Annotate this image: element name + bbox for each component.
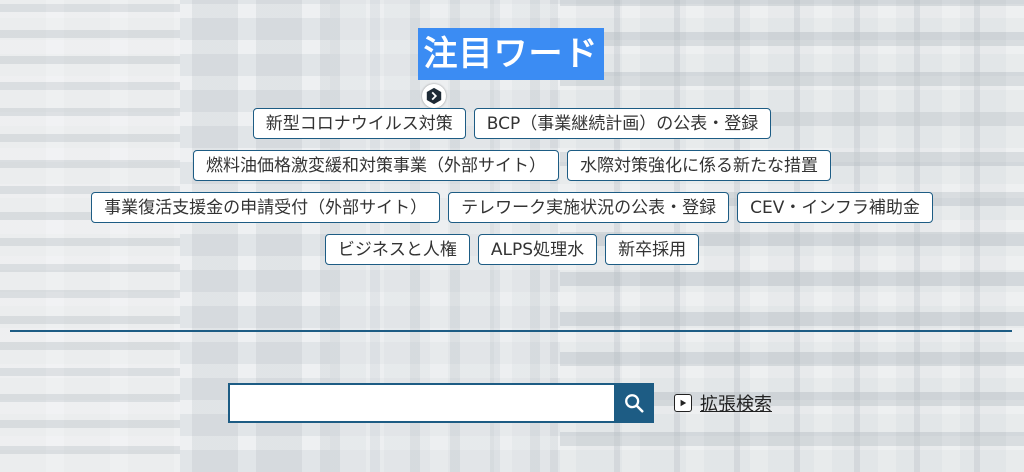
tag-row-1: 新型コロナウイルス対策 BCP（事業継続計画）の公表・登録 bbox=[0, 108, 1024, 139]
tag-covid[interactable]: 新型コロナウイルス対策 bbox=[252, 108, 466, 139]
tag-cev-subsidy[interactable]: CEV・インフラ補助金 bbox=[737, 192, 933, 223]
tag-row-3: 事業復活支援金の申請受付（外部サイト） テレワーク実施状況の公表・登録 CEV・… bbox=[0, 192, 1024, 223]
section-title: 注目ワード bbox=[418, 28, 604, 80]
tag-new-graduate[interactable]: 新卒採用 bbox=[605, 234, 700, 265]
advanced-search-label: 拡張検索 bbox=[700, 394, 772, 415]
keyword-tags: 新型コロナウイルス対策 BCP（事業継続計画）の公表・登録 燃料油価格激変緩和対… bbox=[0, 108, 1024, 276]
tag-telework[interactable]: テレワーク実施状況の公表・登録 bbox=[448, 192, 730, 223]
tag-bcp[interactable]: BCP（事業継続計画）の公表・登録 bbox=[473, 108, 772, 139]
tag-business-recovery[interactable]: 事業復活支援金の申請受付（外部サイト） bbox=[91, 192, 441, 223]
search-button[interactable] bbox=[614, 383, 654, 423]
advanced-search-link[interactable]: 拡張検索 bbox=[674, 390, 772, 416]
search-bar bbox=[228, 383, 654, 423]
search-input[interactable] bbox=[228, 383, 614, 423]
tag-row-2: 燃料油価格激変緩和対策事業（外部サイト） 水際対策強化に係る新たな措置 bbox=[0, 150, 1024, 181]
tag-business-human-rights[interactable]: ビジネスと人権 bbox=[324, 234, 470, 265]
section-divider bbox=[10, 330, 1012, 332]
tag-border-measures[interactable]: 水際対策強化に係る新たな措置 bbox=[567, 150, 831, 181]
extension-marker-icon[interactable] bbox=[422, 84, 446, 108]
tag-fuel-subsidy[interactable]: 燃料油価格激変緩和対策事業（外部サイト） bbox=[193, 150, 559, 181]
tag-row-4: ビジネスと人権 ALPS処理水 新卒採用 bbox=[0, 234, 1024, 265]
search-icon bbox=[623, 392, 645, 414]
tag-alps-water[interactable]: ALPS処理水 bbox=[477, 234, 598, 265]
play-box-icon bbox=[674, 394, 692, 412]
